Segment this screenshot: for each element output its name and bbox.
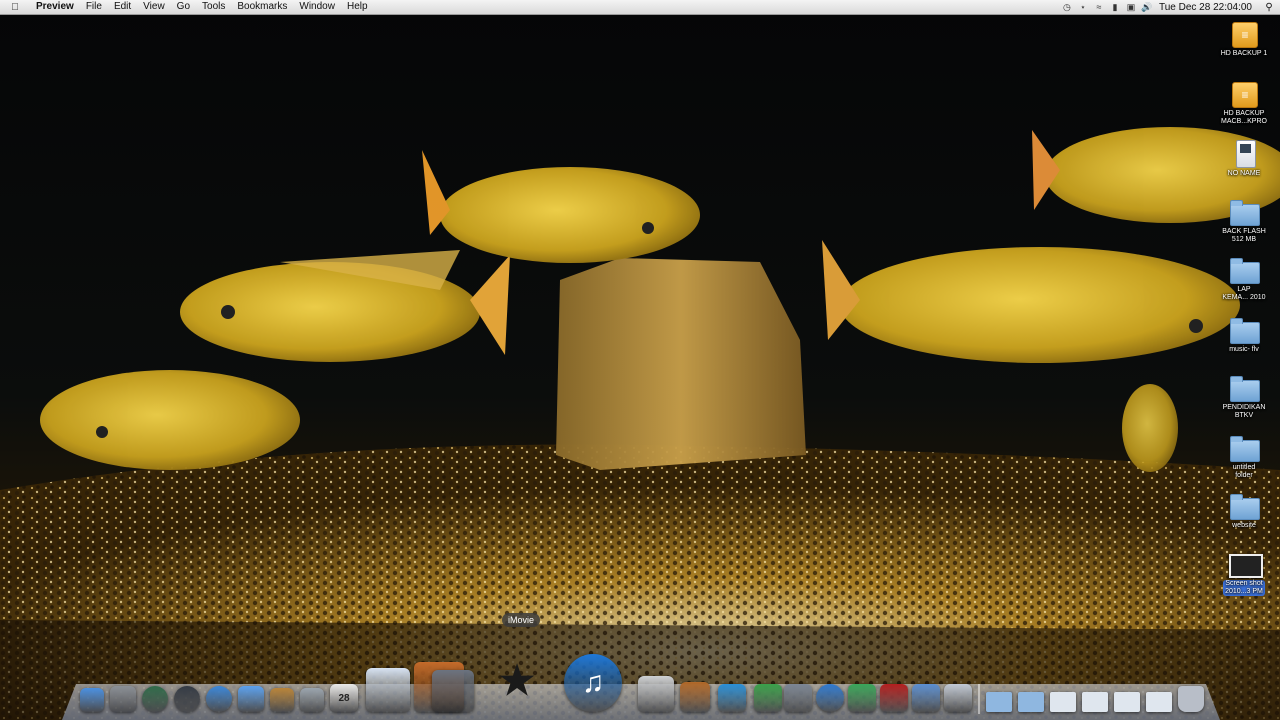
itunes-icon[interactable]: ♫ [564, 654, 622, 712]
folder-icon [1228, 198, 1260, 226]
desktop-item-label: Screen shot 2010...3 PM [1223, 580, 1265, 596]
desktop-item-label: HD BACKUP 1 [1220, 50, 1268, 57]
volume-icon[interactable]: 🔊 [1139, 2, 1155, 13]
home-icon[interactable] [816, 684, 844, 712]
address-book-icon[interactable] [270, 688, 294, 712]
folder-icon [1228, 492, 1260, 520]
desktop-item-label: LAP KEMA... 2010 [1222, 286, 1266, 301]
finder-icon[interactable] [80, 688, 104, 712]
desktop-item-no-name[interactable]: NO NAME [1212, 140, 1276, 178]
menu-window[interactable]: Window [293, 0, 341, 14]
dock-separator [978, 684, 980, 714]
folder-icon [1228, 374, 1260, 402]
desktop-item-label: website [1232, 522, 1256, 529]
desktop-item-website[interactable]: website [1212, 492, 1276, 530]
usb-drive-icon: ≡ [1228, 20, 1260, 48]
dvd-player-icon[interactable] [638, 676, 674, 712]
sync-icon[interactable] [300, 688, 324, 712]
menu-bookmarks[interactable]: Bookmarks [231, 0, 293, 14]
garageband-icon[interactable] [680, 682, 710, 712]
dock-tooltip: iMovie [502, 613, 541, 627]
apple-menu-icon[interactable]:  [0, 2, 30, 13]
folder-icon [1228, 316, 1260, 344]
desktop-item-lap-kema[interactable]: LAP KEMA... 2010 [1212, 256, 1276, 302]
photo-browser-icon[interactable] [944, 684, 972, 712]
menu-edit[interactable]: Edit [108, 0, 137, 14]
menu-go[interactable]: Go [171, 0, 196, 14]
documents-stack-icon[interactable] [1018, 692, 1044, 712]
desktop-item-screen-shot[interactable]: Screen shot 2010...3 PM [1212, 550, 1276, 596]
time-machine-icon[interactable] [142, 686, 168, 712]
menu-clock[interactable]: Tue Dec 28 22:04:00 [1155, 2, 1258, 13]
keyboard-flag-icon[interactable]: ▣ [1123, 2, 1139, 13]
photo-booth-icon[interactable] [880, 684, 908, 712]
ichat-icon[interactable] [238, 686, 264, 712]
desktop-item-back-flash[interactable]: BACK FLASH 512 MB [1212, 198, 1276, 244]
scanner-icon[interactable] [784, 684, 812, 712]
desktop-item-label: BACK FLASH 512 MB [1222, 228, 1266, 243]
menu-app-name[interactable]: Preview [30, 0, 80, 14]
network-globe-icon[interactable] [912, 684, 940, 712]
battery-icon[interactable]: ▮ [1107, 2, 1123, 13]
iweb-icon[interactable] [718, 684, 746, 712]
spotlight-search-icon[interactable]: ⚲ [1258, 2, 1280, 13]
desktop-item-pendidikan-btkv[interactable]: PENDIDIKAN BTKV [1212, 374, 1276, 420]
desktop-item-label: HD BACKUP MACB...KPRO [1221, 110, 1267, 125]
window-stack-icon[interactable] [1114, 692, 1140, 712]
applications-stack-icon[interactable] [986, 692, 1012, 712]
desktop-wallpaper [0, 0, 1280, 720]
dock: 28 ★ ♫ [78, 640, 1204, 720]
menu-bar:  Preview File Edit View Go Tools Bookma… [0, 0, 1280, 15]
image-capture-icon[interactable] [432, 670, 474, 712]
usb-drive-icon: ≡ [1228, 80, 1260, 108]
wifi-icon[interactable]: ≈ [1091, 2, 1107, 12]
desktop-item-label: untitled folder [1232, 464, 1256, 479]
messenger-icon[interactable] [848, 684, 876, 712]
ical-icon[interactable]: 28 [330, 684, 358, 712]
network-utility-icon[interactable] [754, 684, 782, 712]
fish-6 [1122, 384, 1178, 472]
fish-3 [40, 370, 300, 470]
desktop-item-hd-backup-1[interactable]: ≡ HD BACKUP 1 [1212, 20, 1276, 58]
desktop-item-hd-backup-macbook[interactable]: ≡ HD BACKUP MACB...KPRO [1212, 80, 1276, 126]
folder-icon [1228, 256, 1260, 284]
imovie-icon[interactable]: ★ [486, 650, 548, 712]
desktop-item-label: music- flv [1229, 346, 1259, 353]
menu-help[interactable]: Help [341, 0, 374, 14]
folder-icon [1228, 434, 1260, 462]
menu-view[interactable]: View [137, 0, 171, 14]
bluetooth-icon[interactable]: ⋆ [1075, 2, 1091, 13]
trash-icon[interactable] [1178, 686, 1204, 712]
dashboard-icon[interactable] [174, 686, 200, 712]
desktop-item-label: PENDIDIKAN BTKV [1222, 404, 1266, 419]
time-machine-icon[interactable]: ◷ [1059, 2, 1075, 13]
window-stack-icon[interactable] [1082, 692, 1108, 712]
system-preferences-icon[interactable] [110, 686, 136, 712]
sd-card-icon [1228, 140, 1260, 168]
window-stack-icon[interactable] [1050, 692, 1076, 712]
desktop-item-untitled-folder[interactable]: untitled folder [1212, 434, 1276, 480]
window-stack-icon[interactable] [1146, 692, 1172, 712]
desktop-item-label: NO NAME [1227, 170, 1261, 177]
safari-icon[interactable] [206, 686, 232, 712]
desktop-item-music-flv[interactable]: music- flv [1212, 316, 1276, 354]
screenshot-file-icon [1228, 550, 1263, 578]
menu-file[interactable]: File [80, 0, 108, 14]
menu-tools[interactable]: Tools [196, 0, 231, 14]
preview-icon[interactable] [366, 668, 410, 712]
